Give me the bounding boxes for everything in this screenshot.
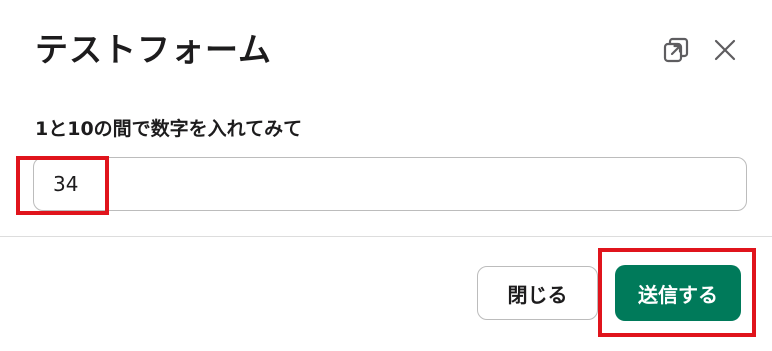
modal-header: テストフォーム xyxy=(0,0,772,100)
modal-dialog: テストフォーム 1と10の間で数字を入れてみて 閉じる 送信する xyxy=(0,0,772,351)
number-input[interactable] xyxy=(33,157,747,211)
modal-title: テストフォーム xyxy=(35,30,273,69)
expand-button[interactable] xyxy=(660,34,692,66)
close-icon xyxy=(714,39,736,61)
footer-divider xyxy=(0,236,772,237)
expand-window-icon xyxy=(663,37,689,63)
close-button[interactable] xyxy=(709,34,741,66)
submit-button[interactable]: 送信する xyxy=(615,265,741,321)
close-text-button[interactable]: 閉じる xyxy=(477,266,598,320)
number-field-label: 1と10の間で数字を入れてみて xyxy=(35,118,303,140)
